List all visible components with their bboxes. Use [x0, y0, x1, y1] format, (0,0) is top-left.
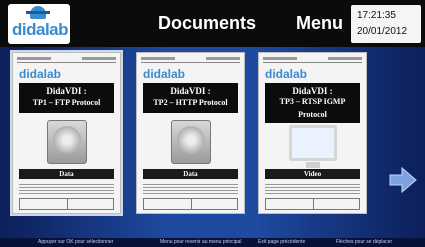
clock-date: 20/01/2012 [357, 26, 408, 37]
hint-menu: Menu pour revenir au menu principal [160, 239, 242, 245]
logo-text: didalab [12, 20, 69, 39]
card-title-line1: DidaVDI : [292, 86, 333, 96]
card-info-boxes [143, 198, 238, 210]
clock-panel: 17:21:35 20/01/2012 [351, 5, 421, 43]
graduation-cap-icon [26, 6, 50, 19]
card-media-tag: Data [143, 169, 238, 179]
footer-hints: Appuyer sur OK pour sélectionner Menu po… [0, 238, 425, 247]
card-title-banner: DidaVDI : TP2 – HTTP Protocol [143, 83, 238, 113]
card-title-line1: DidaVDI : [46, 86, 87, 96]
screen: didalab Documents Menu 17:21:35 20/01/20… [0, 0, 425, 247]
arrow-right-icon[interactable] [388, 165, 418, 195]
page-title: Documents [158, 13, 257, 33]
card-body-text [265, 182, 360, 196]
card-title-line2: TP2 – HTTP Protocol [153, 98, 228, 107]
didalab-logo: didalab [8, 4, 70, 44]
hint-exit: Exit page précédente [258, 239, 306, 245]
document-carousel: didalab DidaVDI : TP1 – FTP Protocol Dat… [0, 47, 425, 238]
monitor-icon [289, 125, 337, 168]
card-logo: didalab [19, 67, 62, 81]
card-title-line2: TP1 – FTP Protocol [32, 98, 101, 107]
card-title-banner: DidaVDI : TP3 – RTSP IGMP Protocol [265, 83, 360, 123]
document-card-tp2[interactable]: didalab DidaVDI : TP2 – HTTP Protocol Da… [136, 52, 245, 214]
document-card-tp3[interactable]: didalab DidaVDI : TP3 – RTSP IGMP Protoc… [258, 52, 367, 214]
hdd-icon [47, 120, 87, 164]
document-card-tp1[interactable]: didalab DidaVDI : TP1 – FTP Protocol Dat… [10, 50, 123, 216]
card-media-tag: Video [265, 169, 360, 179]
clock-time: 17:21:35 [357, 10, 396, 21]
card-media-tag: Data [19, 169, 114, 179]
card-logo: didalab [143, 67, 186, 81]
card-logo: didalab [265, 67, 308, 81]
hint-ok: Appuyer sur OK pour sélectionner [38, 239, 114, 245]
card-info-boxes [19, 198, 114, 210]
menu-label[interactable]: Menu [296, 13, 343, 34]
card-title-line3: Protocol [298, 110, 327, 119]
hint-arrows: Flèches pour se déplacer [336, 239, 393, 245]
card-body-text [19, 182, 114, 196]
hdd-icon [171, 120, 211, 164]
card-title-line1: DidaVDI : [170, 86, 211, 96]
header-bar: didalab Documents Menu 17:21:35 20/01/20… [0, 0, 425, 47]
card-body-text [143, 182, 238, 196]
card-info-boxes [265, 198, 360, 210]
card-title-banner: DidaVDI : TP1 – FTP Protocol [19, 83, 114, 113]
card-title-line2: TP3 – RTSP IGMP [279, 97, 346, 106]
